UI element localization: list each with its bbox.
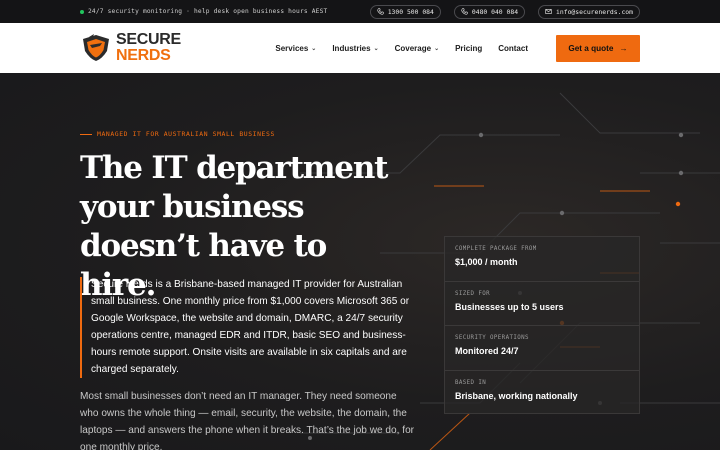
fact-value: $1,000 / month [455, 257, 518, 267]
eyebrow-text: MANAGED IT FOR AUSTRALIAN SMALL BUSINESS [97, 130, 275, 138]
fact-label: COMPLETE PACKAGE FROM [455, 246, 537, 252]
fact-value: Brisbane, working nationally [455, 390, 578, 401]
mail-icon [545, 9, 552, 14]
brand-line-2: NERDS [116, 47, 171, 64]
fact-label: SECURITY OPERATIONS [455, 335, 529, 341]
shield-logo-icon [83, 34, 109, 61]
fact-row: SECURITY OPERATIONS Monitored 24/7 [445, 326, 639, 371]
phone-icon [377, 8, 384, 15]
hero-lead-paragraph: Secure Nerds is a Brisbane-based managed… [80, 277, 410, 379]
nav-coverage-label: Coverage [394, 43, 432, 53]
brand-logo[interactable]: SECURE NERDS [80, 32, 181, 64]
nav-coverage[interactable]: Coverage ⌄ [395, 44, 440, 53]
eyebrow-dash [80, 133, 92, 135]
facts-card: COMPLETE PACKAGE FROM $1,000 / month SIZ… [444, 236, 640, 414]
phone-number-2: 0480 040 084 [471, 7, 519, 16]
nav-pricing-label: Pricing [455, 43, 483, 53]
top-bar: 24/7 security monitoring · help desk ope… [0, 0, 720, 23]
nav-services-label: Services [275, 43, 309, 53]
chevron-down-icon: ⌄ [434, 45, 440, 52]
get-quote-label: Get a quote [568, 43, 614, 53]
phone-link-2[interactable]: 0480 040 084 [453, 4, 526, 19]
phone-icon [461, 8, 468, 15]
fact-row: BASED IN Brisbane, working nationally [445, 371, 639, 416]
chevron-down-icon: ⌄ [311, 45, 317, 52]
hero-section: MANAGED IT FOR AUSTRALIAN SMALL BUSINESS… [0, 73, 720, 450]
email-address: info@securenerds.com [556, 7, 633, 16]
phone-link-1[interactable]: 1300 500 084 [369, 4, 441, 19]
nav-pricing[interactable]: Pricing [455, 44, 482, 53]
arrow-right-icon: → [619, 43, 628, 53]
fact-label: BASED IN [455, 379, 487, 386]
headline-line-1: The IT department [80, 150, 388, 186]
headline-line-2: your business [80, 189, 305, 225]
nav-industries[interactable]: Industries ⌄ [332, 44, 378, 53]
email-link[interactable]: info@securenerds.com [538, 4, 640, 19]
get-quote-button[interactable]: Get a quote → [556, 34, 640, 62]
brand-line-1: SECURE [116, 31, 181, 48]
fact-value: Businesses up to 5 users [455, 301, 564, 312]
site-header: SECURE NERDS Services ⌄ Industries ⌄ Cov… [0, 23, 720, 73]
status-dot-icon [80, 9, 84, 14]
nav-contact-label: Contact [498, 43, 528, 53]
chevron-down-icon: ⌄ [373, 45, 379, 52]
contact-pills: 1300 500 084 0480 040 084 info@securener… [369, 4, 640, 19]
nav-contact[interactable]: Contact [498, 44, 528, 53]
nav-industries-label: Industries [332, 43, 371, 53]
fact-row: COMPLETE PACKAGE FROM $1,000 / month [445, 237, 639, 282]
hero-body-paragraph: Most small businesses don’t need an IT m… [80, 391, 415, 450]
nav-services[interactable]: Services ⌄ [275, 44, 316, 53]
fact-value: Monitored 24/7 [455, 346, 519, 356]
phone-number-1: 1300 500 084 [387, 7, 434, 16]
fact-row: SIZED FOR Businesses up to 5 users [445, 282, 639, 326]
top-bar-message: 24/7 security monitoring · help desk ope… [88, 8, 328, 15]
hero-eyebrow: MANAGED IT FOR AUSTRALIAN SMALL BUSINESS [80, 130, 275, 138]
fact-label: SIZED FOR [455, 290, 491, 297]
main-nav: Services ⌄ Industries ⌄ Coverage ⌄ Prici… [275, 34, 640, 62]
